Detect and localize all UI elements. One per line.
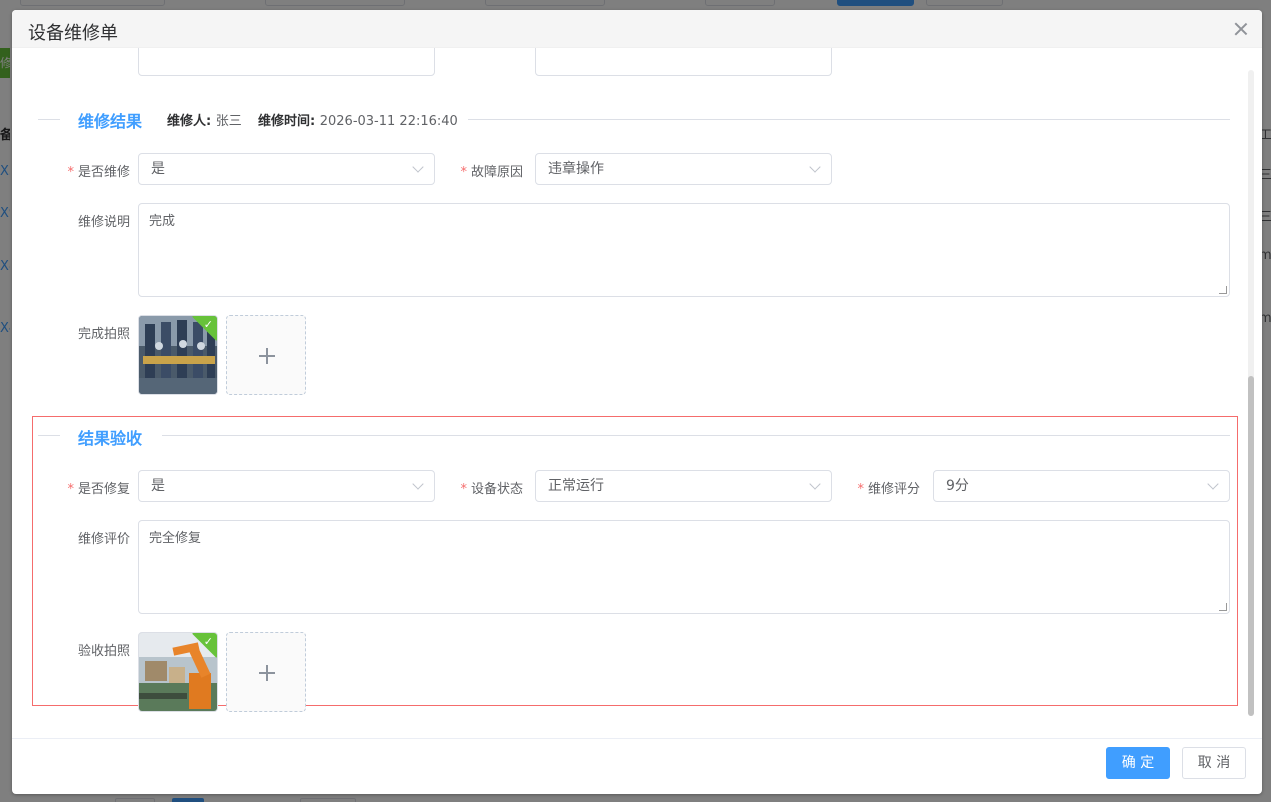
repair-time-info: 维修时间: 2026-03-11 22:16:40 — [258, 110, 458, 129]
is-fixed-label: * 是否修复 — [67, 482, 130, 497]
chevron-down-icon — [809, 161, 821, 173]
rating-select[interactable]: 9分 — [933, 470, 1230, 502]
device-status-select[interactable]: 正常运行 — [535, 470, 832, 502]
is-fixed-select[interactable]: 是 — [138, 470, 435, 502]
repair-time-value: 2026-03-11 22:16:40 — [319, 114, 458, 129]
section-divider — [162, 435, 1230, 436]
chevron-down-icon — [412, 161, 424, 173]
repair-time-label: 维修时间: — [258, 114, 316, 129]
section-title-acceptance: 结果验收 — [78, 429, 143, 448]
check-icon: ✓ — [203, 318, 213, 331]
repairer-value: 张三 — [215, 114, 242, 129]
rating-value: 9分 — [946, 478, 969, 494]
scrollbar-thumb[interactable] — [1248, 376, 1254, 716]
section-divider — [38, 119, 60, 120]
fault-cause-select[interactable]: 违章操作 — [535, 153, 832, 185]
completion-photo[interactable]: ✓ — [138, 315, 218, 395]
evaluation-label: 维修评价 — [77, 532, 130, 547]
device-status-label: * 设备状态 — [460, 482, 523, 497]
plus-icon — [266, 348, 268, 364]
cut-off-input[interactable] — [138, 48, 435, 76]
check-icon: ✓ — [203, 635, 213, 648]
section-divider — [468, 119, 1230, 120]
resize-handle[interactable] — [1219, 603, 1227, 611]
evaluation-value: 完全修复 — [149, 531, 202, 546]
chevron-down-icon — [809, 478, 821, 490]
upload-acceptance-photo-button[interactable] — [226, 632, 306, 712]
repair-order-dialog: 设备维修单 维修结果 维修人: 张三 维修时间: 2026-03-11 22:1… — [12, 10, 1262, 794]
is-fixed-value: 是 — [151, 478, 165, 494]
description-value: 完成 — [149, 214, 176, 229]
acceptance-photo-label: 验收拍照 — [77, 644, 130, 659]
description-label: 维修说明 — [77, 215, 130, 230]
is-repaired-label: * 是否维修 — [67, 165, 130, 180]
rating-label: * 维修评分 — [857, 482, 920, 497]
close-icon[interactable] — [1234, 22, 1248, 36]
acceptance-photo[interactable]: ✓ — [138, 632, 218, 712]
completion-photo-label: 完成拍照 — [77, 327, 130, 342]
description-textarea[interactable]: 完成 — [138, 203, 1230, 297]
section-divider — [38, 435, 60, 436]
cancel-button[interactable]: 取 消 — [1182, 747, 1246, 779]
dialog-body: 维修结果 维修人: 张三 维修时间: 2026-03-11 22:16:40 *… — [12, 48, 1262, 738]
upload-completion-photo-button[interactable] — [226, 315, 306, 395]
fault-cause-value: 违章操作 — [548, 161, 604, 177]
dialog-header: 设备维修单 — [12, 10, 1262, 48]
is-repaired-select[interactable]: 是 — [138, 153, 435, 185]
evaluation-textarea[interactable]: 完全修复 — [138, 520, 1230, 614]
dialog-title: 设备维修单 — [28, 23, 118, 44]
cut-off-input[interactable] — [535, 48, 832, 76]
is-repaired-value: 是 — [151, 161, 165, 177]
plus-icon — [266, 665, 268, 681]
repairer-info: 维修人: 张三 — [167, 110, 242, 129]
chevron-down-icon — [1207, 478, 1219, 490]
repairer-label: 维修人: — [167, 114, 212, 129]
confirm-button[interactable]: 确 定 — [1106, 747, 1170, 779]
device-status-value: 正常运行 — [548, 478, 604, 494]
dialog-footer: 确 定 取 消 — [12, 738, 1262, 794]
chevron-down-icon — [412, 478, 424, 490]
resize-handle[interactable] — [1219, 286, 1227, 294]
section-title-repair-result: 维修结果 — [78, 112, 143, 131]
fault-cause-label: * 故障原因 — [460, 165, 523, 180]
